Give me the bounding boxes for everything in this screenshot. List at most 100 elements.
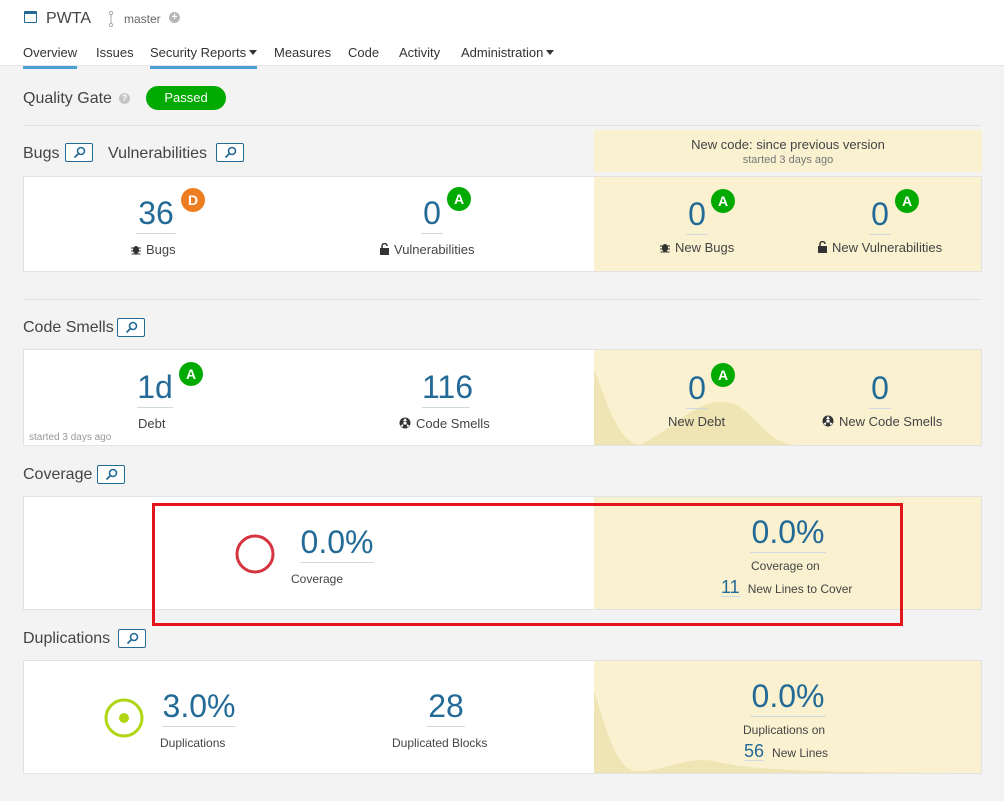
project-name[interactable]: PWTA: [46, 10, 91, 28]
tab-administration-label: Administration: [461, 45, 544, 60]
bugs-value-text: 36: [138, 195, 174, 231]
bugs-drilldown-button[interactable]: [65, 143, 93, 162]
vulnerabilities-value-text: 0: [423, 195, 441, 231]
new-lines: 56 New Lines: [744, 742, 828, 761]
duplications-value-text: 3.0%: [162, 688, 236, 724]
code-smells-title: Code Smells: [23, 319, 114, 336]
coverage-drilldown-button[interactable]: [97, 465, 125, 484]
new-code-title: New code: since previous version: [691, 137, 885, 152]
new-code-smells-value-text: 0: [871, 370, 889, 406]
code-smells-value-text: 116: [422, 369, 474, 405]
new-vulnerabilities-rating[interactable]: A: [895, 189, 919, 213]
drilldown-icon: [73, 146, 86, 159]
tab-overview[interactable]: Overview: [23, 45, 78, 69]
divider: [23, 299, 981, 300]
vulnerabilities-label-text: Vulnerabilities: [394, 242, 475, 257]
new-duplications-label: Duplications on: [743, 723, 826, 737]
drilldown-icon: [126, 632, 139, 645]
drilldown-icon: [105, 468, 118, 481]
debt-trend-sparkline: [594, 370, 794, 445]
bug-icon: [660, 244, 670, 253]
coverage-title: Coverage: [23, 466, 93, 483]
quality-gate-status-badge: Passed: [146, 86, 226, 110]
duplicated-blocks-value[interactable]: 28: [427, 688, 465, 727]
bugs-value[interactable]: 36: [136, 195, 176, 234]
new-duplications-value-text: 0.0%: [751, 678, 825, 714]
debt-label: Debt: [138, 416, 166, 431]
top-bar: PWTA master + Overview Issues Security R…: [0, 0, 1004, 69]
new-bugs-value-text: 0: [688, 196, 706, 232]
code-smell-icon: [822, 415, 834, 427]
debt-value[interactable]: 1d: [137, 369, 173, 408]
new-bugs-rating[interactable]: A: [711, 189, 735, 213]
add-branch-icon[interactable]: +: [169, 12, 180, 23]
duplications-title: Duplications: [23, 630, 111, 647]
vulnerabilities-rating[interactable]: A: [447, 187, 471, 211]
new-vulnerabilities-label-text: New Vulnerabilities: [832, 240, 943, 255]
tab-code[interactable]: Code: [348, 45, 379, 66]
new-code-area: [594, 177, 981, 271]
bug-icon: [131, 246, 141, 255]
duplicated-blocks-value-text: 28: [428, 688, 464, 724]
vulnerabilities-title: Vulnerabilities: [108, 145, 208, 162]
new-code-smells-label: New Code Smells: [822, 414, 942, 429]
chevron-down-icon: [546, 50, 555, 56]
vulnerabilities-drilldown-button[interactable]: [216, 143, 244, 162]
new-code-smells-label-text: New Code Smells: [839, 414, 943, 429]
tab-activity[interactable]: Activity: [399, 45, 440, 66]
chevron-down-icon: [249, 50, 258, 56]
new-code-smells-value[interactable]: 0: [869, 370, 891, 409]
debt-rating[interactable]: A: [179, 362, 203, 386]
new-debt-rating[interactable]: A: [711, 363, 735, 387]
help-icon[interactable]: ?: [119, 93, 130, 104]
new-debt-value-text: 0: [688, 370, 706, 406]
new-debt-value[interactable]: 0: [686, 370, 708, 409]
code-smells-drilldown-button[interactable]: [117, 318, 145, 337]
new-code-started: started 3 days ago: [742, 154, 834, 166]
new-lines-label: New Lines: [772, 746, 829, 760]
duplications-label: Duplications: [160, 736, 226, 750]
drilldown-icon: [125, 321, 138, 334]
code-smells-value[interactable]: 116: [422, 369, 474, 408]
tab-security-reports[interactable]: Security Reports: [150, 45, 258, 69]
drilldown-icon: [224, 146, 237, 159]
new-lines-value[interactable]: 56: [744, 742, 765, 761]
new-vulnerabilities-value[interactable]: 0: [869, 196, 891, 235]
bugs-label: Bugs: [130, 242, 176, 257]
divider: [23, 125, 981, 126]
new-duplications-value[interactable]: 0.0%: [750, 678, 826, 717]
new-vulnerabilities-label: New Vulnerabilities: [817, 240, 942, 255]
lock-icon: [818, 240, 827, 253]
bugs-title: Bugs: [23, 145, 60, 162]
code-smells-label-text: Code Smells: [416, 416, 490, 431]
bugs-label-text: Bugs: [146, 242, 176, 257]
code-smells-label: Code Smells: [399, 416, 490, 431]
new-debt-label: New Debt: [668, 414, 726, 429]
debt-value-text: 1d: [137, 369, 173, 405]
new-code-period-header: New code: since previous version started…: [594, 130, 982, 172]
vulnerabilities-label: Vulnerabilities: [379, 242, 474, 257]
code-smell-icon: [399, 417, 411, 429]
duplications-drilldown-button[interactable]: [118, 629, 146, 648]
tab-security-reports-label: Security Reports: [150, 45, 247, 60]
new-code-area: [594, 350, 981, 445]
quality-gate-label: Quality Gate: [23, 90, 112, 107]
tab-administration[interactable]: Administration: [461, 45, 555, 66]
duplicated-blocks-label: Duplicated Blocks: [392, 736, 488, 750]
duplications-value[interactable]: 3.0%: [162, 688, 236, 727]
duplication-donut-icon: [104, 698, 144, 738]
tab-issues[interactable]: Issues: [96, 45, 134, 66]
tab-measures[interactable]: Measures: [274, 45, 331, 66]
new-bugs-label: New Bugs: [659, 240, 734, 255]
code-smells-started: started 3 days ago: [29, 432, 112, 443]
new-vulnerabilities-value-text: 0: [871, 196, 889, 232]
highlight-annotation-box: [152, 503, 903, 626]
new-bugs-label-text: New Bugs: [675, 240, 735, 255]
branch-name[interactable]: master: [124, 12, 161, 26]
branch-icon: [108, 11, 114, 27]
new-bugs-value[interactable]: 0: [686, 196, 708, 235]
lock-icon: [380, 242, 389, 255]
project-icon: [24, 11, 37, 23]
vulnerabilities-value[interactable]: 0: [421, 195, 443, 234]
bugs-rating[interactable]: D: [181, 188, 205, 212]
